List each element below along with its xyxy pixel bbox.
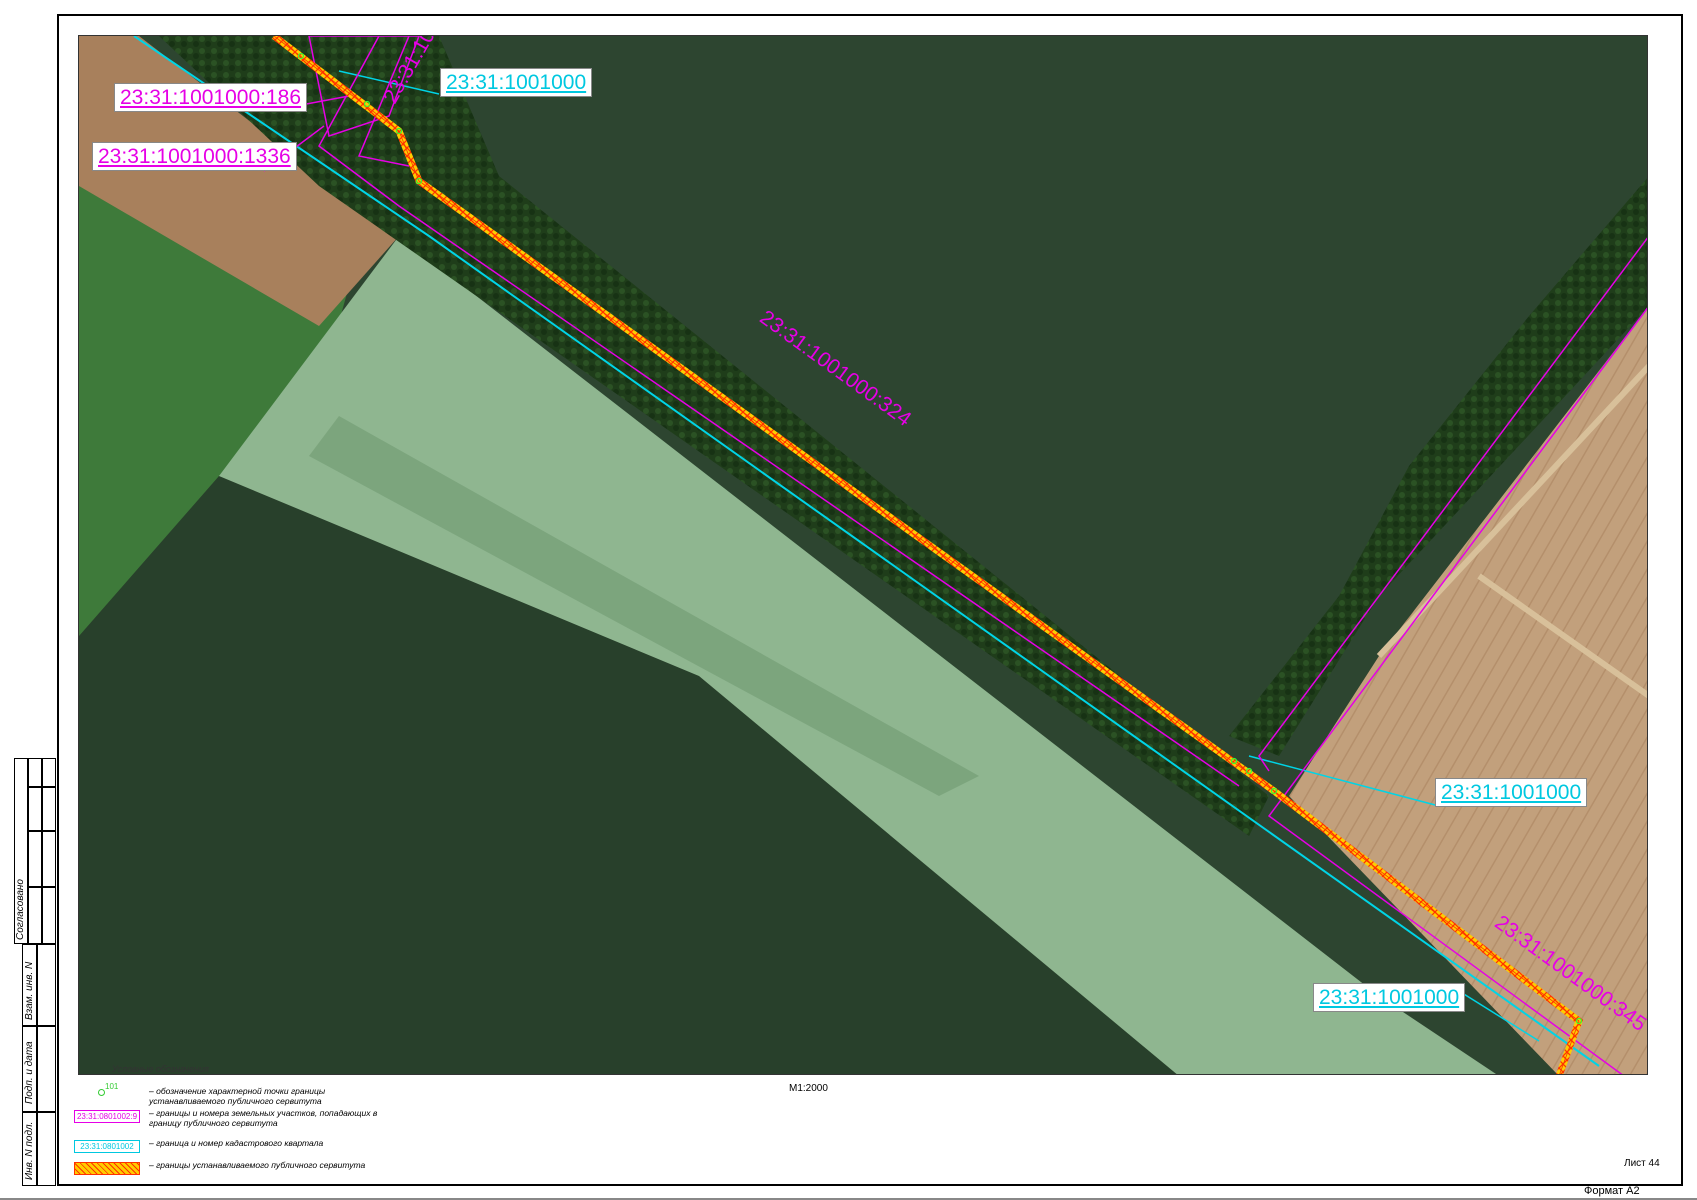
quarter-label-mid[interactable]: 23:31:1001000 <box>1435 778 1588 807</box>
quarter-label-bottom[interactable]: 23:31:1001000 <box>1313 983 1466 1012</box>
side-stamp: Согласовано Взам. инв. N Подп. и дата Ин… <box>14 758 56 1186</box>
stamp-inner-line <box>36 944 38 1186</box>
satellite-map[interactable]: 23:31:1001000:186 23:31:1001000:1336 23:… <box>78 35 1648 1075</box>
stamp-agreed: Согласовано <box>15 879 26 940</box>
legend-item-point: 101 – обозначение характерной точки гран… <box>72 1082 512 1108</box>
legend-text-quarter: – граница и номер кадастрового квартала <box>149 1138 324 1148</box>
scale-label: М1:2000 <box>789 1083 828 1094</box>
stamp-inv-replace: Взам. инв. N <box>24 961 35 1020</box>
format-label: Формат А2 <box>1584 1185 1640 1197</box>
legend-item-quarter: 23:31:0801002 – граница и номер кадастро… <box>72 1138 512 1160</box>
easement-swatch <box>74 1162 140 1175</box>
legend-text-easement: – границы устанавливаемого публичного се… <box>149 1160 366 1170</box>
parcel-label-186[interactable]: 23:31:1001000:186 <box>114 83 308 112</box>
parcel-swatch: 23:31:0801002:9 <box>74 1110 140 1123</box>
map-canvas <box>79 36 1647 1074</box>
legend-item-easement: – границы устанавливаемого публичного се… <box>72 1160 512 1182</box>
legend-text-parcel: – границы и номера земельных участков, п… <box>149 1108 378 1128</box>
quarter-label-top[interactable]: 23:31:1001000 <box>440 68 593 97</box>
quarter-swatch: 23:31:0801002 <box>74 1140 140 1153</box>
parcel-label-1336[interactable]: 23:31:1001000:1336 <box>92 142 297 171</box>
legend-text-point: – обозначение характерной точки границы … <box>149 1086 326 1106</box>
legend-item-parcel: 23:31:0801002:9 – границы и номера земел… <box>72 1108 512 1130</box>
legend-title: Условные обозначения <box>112 1064 209 1074</box>
stamp-sign-date: Подп. и дата <box>24 1041 35 1104</box>
stamp-divider-3 <box>28 886 56 888</box>
stamp-inv-original: Инв. N подл. <box>24 1121 35 1180</box>
point-marker-icon: 101 <box>98 1082 118 1096</box>
sheet-number: Лист 44 <box>1624 1158 1660 1169</box>
stamp-divider-2 <box>28 830 56 832</box>
stamp-divider-1 <box>28 786 56 788</box>
